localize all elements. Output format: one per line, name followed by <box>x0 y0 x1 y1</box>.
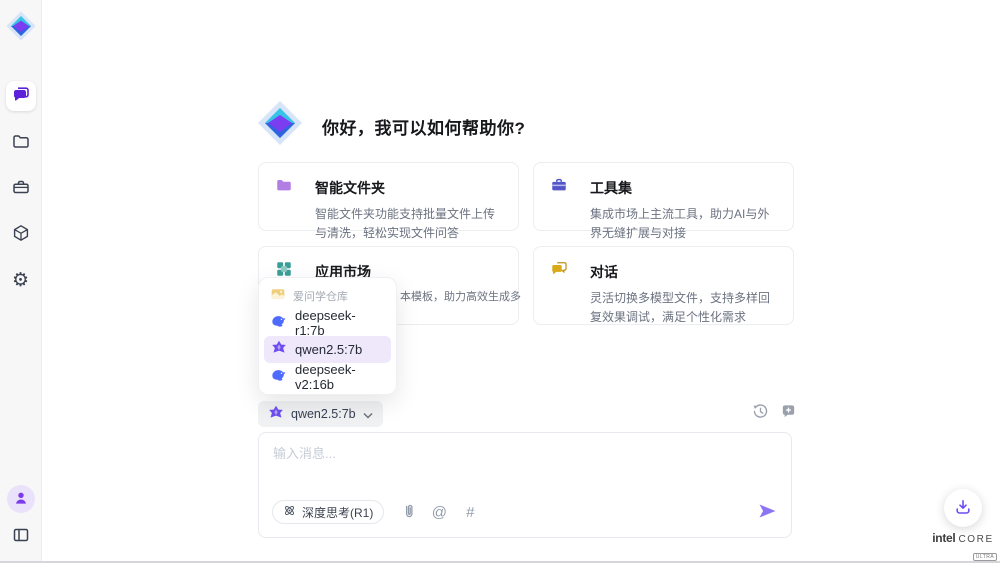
card-description: 智能文件夹功能支持批量文件上传与清洗，轻松实现文件问答 <box>315 205 504 242</box>
qwen-icon <box>268 405 284 424</box>
model-group-label: 爱问学仓库 <box>293 288 348 304</box>
gem-logo-icon <box>5 10 37 42</box>
history-icon <box>752 403 769 423</box>
composer-icons: @ # <box>399 503 479 521</box>
folder-icon <box>275 176 293 199</box>
sidebar-item-settings[interactable]: ⚙ <box>6 265 36 295</box>
card-description: 灵活切换多模型文件，支持多样回复效果调试，满足个性化需求 <box>590 289 779 326</box>
model-option-deepseek-v2[interactable]: deepseek-v2:16b <box>264 363 391 390</box>
card-title: 工具集 <box>590 178 632 198</box>
deepseek-whale-icon <box>271 314 287 331</box>
download-icon <box>954 498 972 519</box>
attachment-button[interactable] <box>399 503 417 521</box>
ultra-badge: ultra <box>973 553 998 561</box>
mention-button[interactable]: @ <box>430 503 448 521</box>
history-button[interactable] <box>751 404 769 422</box>
gear-icon: ⚙ <box>12 271 29 290</box>
sidebar-item-models[interactable] <box>6 219 36 249</box>
sidebar-nav: ⚙ <box>6 81 36 295</box>
send-icon <box>758 502 777 523</box>
greeting-logo <box>256 99 304 147</box>
message-composer: 深度思考(R1) @ # <box>258 432 792 538</box>
model-dropdown: 爱问学仓库 deepseek-r1:7b qwen2.5:7b deepseek… <box>258 277 397 395</box>
intel-core-ultra-logo: intel core ultra <box>925 531 1000 563</box>
card-description-fragment: 本模板，助力高效生成多 <box>400 288 521 304</box>
card-smart-folders[interactable]: 智能文件夹 智能文件夹功能支持批量文件上传与清洗，轻松实现文件问答 <box>258 162 519 231</box>
sidebar-item-chat[interactable] <box>6 81 36 111</box>
folder-icon <box>11 131 31 154</box>
chevron-down-icon <box>363 407 373 422</box>
briefcase-icon <box>550 176 568 199</box>
model-group-row: 爱问学仓库 <box>264 282 391 309</box>
core-wordmark: core <box>958 534 993 545</box>
deep-think-label: 深度思考(R1) <box>302 504 373 521</box>
user-icon <box>12 489 30 510</box>
sidebar-item-toolkit[interactable] <box>6 173 36 203</box>
hash-icon: # <box>466 505 474 520</box>
deep-think-toggle[interactable]: 深度思考(R1) <box>272 500 384 524</box>
sidebar: ⚙ <box>0 0 42 561</box>
model-selector[interactable]: qwen2.5:7b <box>258 401 383 427</box>
deepseek-whale-icon <box>271 368 287 385</box>
card-title: 智能文件夹 <box>315 178 385 198</box>
send-button[interactable] <box>757 502 777 522</box>
collapse-sidebar-button[interactable] <box>6 521 36 551</box>
qwen-icon <box>271 340 287 359</box>
chat-bubbles-icon <box>550 260 568 283</box>
app-logo <box>4 9 38 43</box>
intel-wordmark: intel <box>932 531 955 545</box>
collapse-panel-icon <box>11 525 31 548</box>
repo-icon <box>271 288 285 303</box>
sidebar-bottom <box>6 485 36 551</box>
chat-icon <box>11 85 31 108</box>
model-option-qwen[interactable]: qwen2.5:7b <box>264 336 391 363</box>
model-option-label: deepseek-r1:7b <box>295 308 384 338</box>
mention-icon: @ <box>432 505 447 520</box>
cube-icon <box>11 223 31 246</box>
sidebar-item-folders[interactable] <box>6 127 36 157</box>
gem-logo-icon <box>256 99 304 147</box>
composer-toolbar: 深度思考(R1) @ # <box>272 500 777 524</box>
card-conversation[interactable]: 对话 灵活切换多模型文件，支持多样回复效果调试，满足个性化需求 <box>533 246 794 325</box>
message-input[interactable] <box>273 443 777 489</box>
page-title: 你好，我可以如何帮助你? <box>322 114 525 139</box>
download-button[interactable] <box>944 489 982 527</box>
prompt-tags-button[interactable]: # <box>461 503 479 521</box>
model-option-deepseek-r1[interactable]: deepseek-r1:7b <box>264 309 391 336</box>
new-chat-button[interactable] <box>779 404 797 422</box>
chat-toolbar <box>751 404 797 422</box>
model-option-label: qwen2.5:7b <box>295 342 362 357</box>
model-option-label: deepseek-v2:16b <box>295 362 384 392</box>
selected-model-label: qwen2.5:7b <box>291 407 356 421</box>
new-chat-icon <box>780 403 797 423</box>
card-title: 对话 <box>590 262 618 282</box>
atom-icon <box>283 504 296 520</box>
paperclip-icon <box>401 503 416 522</box>
card-toolset[interactable]: 工具集 集成市场上主流工具，助力AI与外界无缝扩展与对接 <box>533 162 794 231</box>
card-description: 集成市场上主流工具，助力AI与外界无缝扩展与对接 <box>590 205 779 242</box>
user-avatar-button[interactable] <box>7 485 35 513</box>
briefcase-icon <box>11 177 31 200</box>
